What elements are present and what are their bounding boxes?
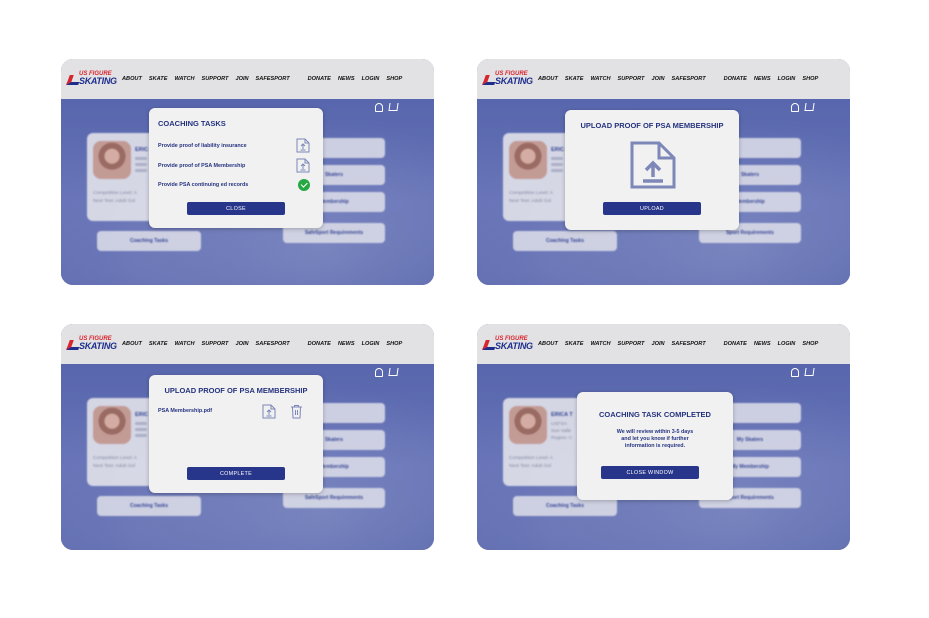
nav-support[interactable]: SUPPORT <box>202 76 229 82</box>
task-psa-membership[interactable]: Provide proof of PSA Membership <box>158 163 245 169</box>
nav-support[interactable]: SUPPORT <box>618 76 645 82</box>
nav-join[interactable]: JOIN <box>235 341 248 347</box>
cart-icon[interactable] <box>388 368 399 376</box>
modal-title: COACHING TASKS <box>158 119 226 128</box>
nav-shop[interactable]: SHOP <box>802 76 818 82</box>
bell-icon[interactable] <box>375 103 383 112</box>
nav-watch[interactable]: WATCH <box>174 76 194 82</box>
nav-skate[interactable]: SKATE <box>149 341 168 347</box>
review-message-line1: We will review within 3-5 days <box>616 429 694 435</box>
check-complete-icon <box>298 179 310 191</box>
modal-title: UPLOAD PROOF OF PSA MEMBERSHIP <box>164 386 308 395</box>
task-liability-insurance[interactable]: Provide proof of liability insurance <box>158 143 247 149</box>
coaching-tasks-modal: COACHING TASKS Provide proof of liabilit… <box>149 108 323 228</box>
review-message-line2: and let you know if further <box>621 436 689 442</box>
close-button[interactable]: CLOSE <box>187 202 285 215</box>
upload-document-icon[interactable] <box>629 141 677 189</box>
upload-proof-modal: UPLOAD PROOF OF PSA MEMBERSHIP UPLOAD <box>565 110 739 230</box>
trash-icon[interactable] <box>290 404 303 419</box>
avatar <box>93 406 131 444</box>
nav-watch[interactable]: WATCH <box>590 76 610 82</box>
nav-donate[interactable]: DONATE <box>724 341 747 347</box>
top-nav: US FIGURE SKATING ABOUT SKATE WATCH SUPP… <box>61 324 434 364</box>
nav-join[interactable]: JOIN <box>235 76 248 82</box>
nav-watch[interactable]: WATCH <box>174 341 194 347</box>
nav-support[interactable]: SUPPORT <box>202 341 229 347</box>
nav-donate[interactable]: DONATE <box>308 76 331 82</box>
top-nav: US FIGURE SKATING ABOUT SKATE WATCH SUPP… <box>477 59 850 99</box>
cart-icon[interactable] <box>388 103 399 111</box>
nav-news[interactable]: NEWS <box>754 76 771 82</box>
nav-about[interactable]: ABOUT <box>122 76 142 82</box>
review-message-line3: information is required. <box>624 443 686 449</box>
modal-title: UPLOAD PROOF OF PSA MEMBERSHIP <box>580 121 724 130</box>
upload-button[interactable]: UPLOAD <box>603 202 701 215</box>
nav-about[interactable]: ABOUT <box>538 76 558 82</box>
nav-login[interactable]: LOGIN <box>778 341 796 347</box>
screen-file-selected: US FIGURE SKATING ABOUT SKATE WATCH SUPP… <box>61 324 434 550</box>
modal-title: COACHING TASK COMPLETED <box>599 410 711 419</box>
task-completed-modal: COACHING TASK COMPLETED We will review w… <box>577 392 733 500</box>
nav-news[interactable]: NEWS <box>338 341 355 347</box>
coaching-tasks-button[interactable]: Coaching Tasks <box>513 231 617 251</box>
bell-icon[interactable] <box>375 368 383 377</box>
nav-login[interactable]: LOGIN <box>362 341 380 347</box>
nav-skate[interactable]: SKATE <box>149 76 168 82</box>
nav-safesport[interactable]: SAFESPORT <box>672 76 706 82</box>
us-figure-skating-logo[interactable]: US FIGURE SKATING <box>482 336 533 352</box>
nav-skate[interactable]: SKATE <box>565 76 584 82</box>
coaching-tasks-button[interactable]: Coaching Tasks <box>97 496 201 516</box>
screen-task-completed: US FIGURE SKATING ABOUT SKATE WATCH SUPP… <box>477 324 850 550</box>
nav-donate[interactable]: DONATE <box>724 76 747 82</box>
close-window-button[interactable]: CLOSE WINDOW <box>601 466 699 479</box>
cart-icon[interactable] <box>804 368 815 376</box>
cart-icon[interactable] <box>804 103 815 111</box>
bell-icon[interactable] <box>791 103 799 112</box>
nav-join[interactable]: JOIN <box>651 341 664 347</box>
nav-support[interactable]: SUPPORT <box>618 341 645 347</box>
us-figure-skating-logo[interactable]: US FIGURE SKATING <box>66 71 117 87</box>
screen-upload-proof: US FIGURE SKATING ABOUT SKATE WATCH SUPP… <box>477 59 850 285</box>
coaching-tasks-button[interactable]: Coaching Tasks <box>97 231 201 251</box>
avatar <box>93 141 131 179</box>
nav-about[interactable]: ABOUT <box>538 341 558 347</box>
nav-news[interactable]: NEWS <box>338 76 355 82</box>
nav-login[interactable]: LOGIN <box>362 76 380 82</box>
nav-login[interactable]: LOGIN <box>778 76 796 82</box>
nav-safesport[interactable]: SAFESPORT <box>256 341 290 347</box>
nav-watch[interactable]: WATCH <box>590 341 610 347</box>
avatar <box>509 406 547 444</box>
upload-document-icon[interactable] <box>296 158 310 173</box>
upload-document-icon[interactable] <box>262 404 276 419</box>
nav-join[interactable]: JOIN <box>651 76 664 82</box>
nav-skate[interactable]: SKATE <box>565 341 584 347</box>
us-figure-skating-logo[interactable]: US FIGURE SKATING <box>66 336 117 352</box>
screen-coaching-tasks: US FIGURE SKATING ABOUT SKATE WATCH SUPP… <box>61 59 434 285</box>
task-psa-ed-records[interactable]: Provide PSA continuing ed records <box>158 182 248 188</box>
complete-button[interactable]: COMPLETE <box>187 467 285 480</box>
nav-shop[interactable]: SHOP <box>386 76 402 82</box>
nav-safesport[interactable]: SAFESPORT <box>672 341 706 347</box>
top-nav: US FIGURE SKATING ABOUT SKATE WATCH SUPP… <box>61 59 434 99</box>
nav-safesport[interactable]: SAFESPORT <box>256 76 290 82</box>
upload-document-icon[interactable] <box>296 138 310 153</box>
nav-about[interactable]: ABOUT <box>122 341 142 347</box>
us-figure-skating-logo[interactable]: US FIGURE SKATING <box>482 71 533 87</box>
avatar <box>509 141 547 179</box>
top-nav: US FIGURE SKATING ABOUT SKATE WATCH SUPP… <box>477 324 850 364</box>
uploaded-filename: PSA Membership.pdf <box>158 408 213 414</box>
upload-proof-modal: UPLOAD PROOF OF PSA MEMBERSHIP PSA Membe… <box>149 375 323 493</box>
nav-shop[interactable]: SHOP <box>802 341 818 347</box>
bell-icon[interactable] <box>791 368 799 377</box>
nav-news[interactable]: NEWS <box>754 341 771 347</box>
nav-donate[interactable]: DONATE <box>308 341 331 347</box>
nav-shop[interactable]: SHOP <box>386 341 402 347</box>
